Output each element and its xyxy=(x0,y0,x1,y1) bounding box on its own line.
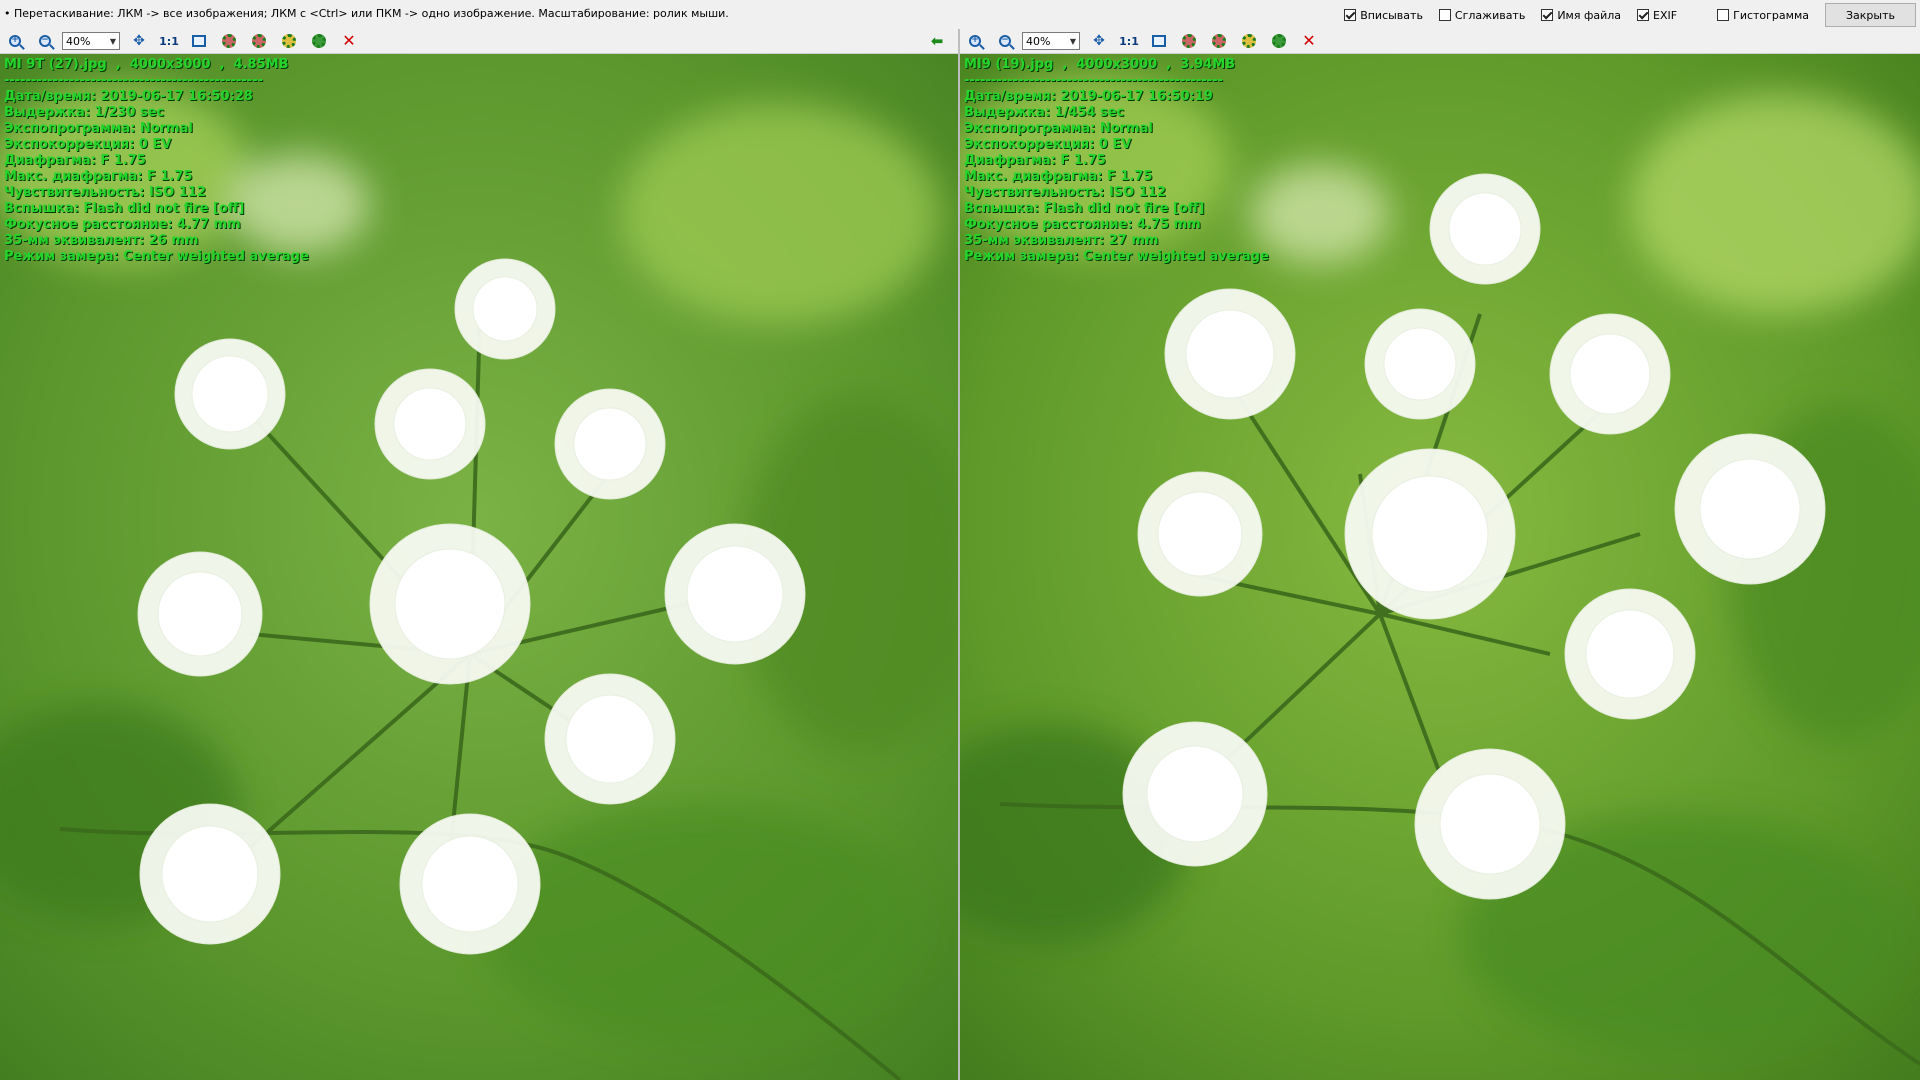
right-exif-compensation: Экспокоррекция: 0 EV xyxy=(964,137,1132,152)
left-exif-focal: Фокусное расстояние: 4.77 mm xyxy=(4,217,241,232)
right-separator: ----------------------------------------… xyxy=(964,73,1223,88)
right-exif-overlay: MI9 (19).jpg , 4000x3000 , 3.94MB ------… xyxy=(964,57,1269,265)
actual-size-button[interactable]: 1:1 xyxy=(1118,30,1140,52)
left-exif-max-aperture: Макс. диафрагма: F 1.75 xyxy=(4,169,193,184)
right-photo[interactable]: MI9 (19).jpg , 4000x3000 , 3.94MB ------… xyxy=(960,54,1920,1080)
right-exif-35mm: 35-мм эквивалент: 27 mm xyxy=(964,233,1159,248)
option-exif-label: EXIF xyxy=(1653,8,1678,22)
left-file-header: MI 9T (27).jpg , 4000x3000 , 4.85MB xyxy=(4,57,289,72)
color-settings-icon[interactable] xyxy=(278,30,300,52)
close-button[interactable]: Закрыть xyxy=(1825,3,1916,27)
fit-window-icon[interactable] xyxy=(1148,30,1170,52)
zoom-in-icon[interactable]: + xyxy=(4,30,26,52)
rotate-left-icon[interactable] xyxy=(218,30,240,52)
left-separator: ----------------------------------------… xyxy=(4,73,263,88)
checkbox-fit[interactable] xyxy=(1344,9,1357,21)
right-pane: + − 40% ▼ ✥ 1:1 ✕ MI9 (19).jpg , 4000x30… xyxy=(960,29,1920,1080)
left-exif-program: Экспопрограмма: Normal xyxy=(4,121,193,136)
option-smooth-label: Сглаживать xyxy=(1454,8,1526,22)
right-exif-exposure: Выдержка: 1/454 sec xyxy=(964,105,1125,120)
option-filename-label: Имя файла xyxy=(1557,8,1622,22)
chevron-down-icon: ▼ xyxy=(109,36,116,46)
rotate-right-icon[interactable] xyxy=(248,30,270,52)
usage-hint: • Перетаскивание: ЛКМ -> все изображения… xyxy=(4,7,729,20)
option-filename[interactable]: Имя файла xyxy=(1541,9,1621,22)
left-pane-toolbar: + − 40% ▼ ✥ 1:1 ✕ ⬅ xyxy=(0,29,958,54)
right-exif-metering: Режим замера: Center weighted average xyxy=(964,249,1269,264)
left-exif-exposure: Выдержка: 1/230 sec xyxy=(4,105,165,120)
actual-size-button[interactable]: 1:1 xyxy=(158,30,180,52)
left-exif-overlay: MI 9T (27).jpg , 4000x3000 , 4.85MB ----… xyxy=(4,57,309,265)
top-bar: • Перетаскивание: ЛКМ -> все изображения… xyxy=(0,0,1920,30)
left-photo[interactable]: MI 9T (27).jpg , 4000x3000 , 4.85MB ----… xyxy=(0,54,958,1080)
checkbox-filename[interactable] xyxy=(1541,9,1554,21)
left-exif-metering: Режим замера: Center weighted average xyxy=(4,249,309,264)
left-exif-iso: Чувствительность: ISO 112 xyxy=(4,185,206,200)
right-exif-focal: Фокусное расстояние: 4.75 mm xyxy=(964,217,1201,232)
checkbox-exif[interactable] xyxy=(1637,9,1650,21)
option-histogram-label: Гистограмма xyxy=(1733,8,1809,22)
left-exif-compensation: Экспокоррекция: 0 EV xyxy=(4,137,172,152)
move-icon[interactable]: ✥ xyxy=(128,30,150,52)
zoom-select[interactable]: 40% ▼ xyxy=(62,32,120,50)
option-histogram[interactable]: Гистограмма xyxy=(1717,9,1809,22)
option-exif[interactable]: EXIF xyxy=(1637,9,1677,22)
right-exif-iso: Чувствительность: ISO 112 xyxy=(964,185,1166,200)
left-exif-35mm: 35-мм эквивалент: 26 mm xyxy=(4,233,199,248)
checkbox-histogram[interactable] xyxy=(1717,9,1730,21)
left-exif-datetime: Дата/время: 2019-06-17 16:50:28 xyxy=(4,89,253,104)
left-exif-flash: Вспышка: Flash did not fire [off] xyxy=(4,201,245,216)
right-exif-aperture: Диафрагма: F 1.75 xyxy=(964,153,1106,168)
zoom-select[interactable]: 40% ▼ xyxy=(1022,32,1080,50)
rotate-right-icon[interactable] xyxy=(1208,30,1230,52)
left-exif-aperture: Диафрагма: F 1.75 xyxy=(4,153,146,168)
save-icon[interactable] xyxy=(308,30,330,52)
zoom-out-icon[interactable]: − xyxy=(34,30,56,52)
zoom-value: 40% xyxy=(66,34,91,48)
right-exif-program: Экспопрограмма: Normal xyxy=(964,121,1153,136)
rotate-left-icon[interactable] xyxy=(1178,30,1200,52)
option-smooth[interactable]: Сглаживать xyxy=(1438,8,1526,22)
right-exif-flash: Вспышка: Flash did not fire [off] xyxy=(964,201,1205,216)
zoom-out-icon[interactable]: − xyxy=(994,30,1016,52)
fit-window-icon[interactable] xyxy=(188,30,210,52)
save-icon[interactable] xyxy=(1268,30,1290,52)
zoom-in-icon[interactable]: + xyxy=(964,30,986,52)
close-image-icon[interactable]: ✕ xyxy=(338,30,360,52)
right-exif-max-aperture: Макс. диафрагма: F 1.75 xyxy=(964,169,1153,184)
view-options: Вписывать Сглаживать Имя файла EXIF Гист… xyxy=(1328,3,1920,27)
right-exif-datetime: Дата/время: 2019-06-17 16:50:19 xyxy=(964,89,1213,104)
right-pane-toolbar: + − 40% ▼ ✥ 1:1 ✕ xyxy=(960,29,1920,54)
move-icon[interactable]: ✥ xyxy=(1088,30,1110,52)
option-fit[interactable]: Вписывать xyxy=(1344,9,1423,22)
option-fit-label: Вписывать xyxy=(1360,8,1423,22)
arrow-left-icon[interactable]: ⬅ xyxy=(926,30,948,52)
zoom-value: 40% xyxy=(1026,34,1051,48)
color-settings-icon[interactable] xyxy=(1238,30,1260,52)
left-pane: + − 40% ▼ ✥ 1:1 ✕ ⬅ MI 9T (27).jpg , 400… xyxy=(0,29,960,1080)
checkbox-smooth[interactable] xyxy=(1438,9,1451,21)
close-image-icon[interactable]: ✕ xyxy=(1298,30,1320,52)
right-file-header: MI9 (19).jpg , 4000x3000 , 3.94MB xyxy=(964,57,1236,72)
chevron-down-icon: ▼ xyxy=(1069,36,1076,46)
